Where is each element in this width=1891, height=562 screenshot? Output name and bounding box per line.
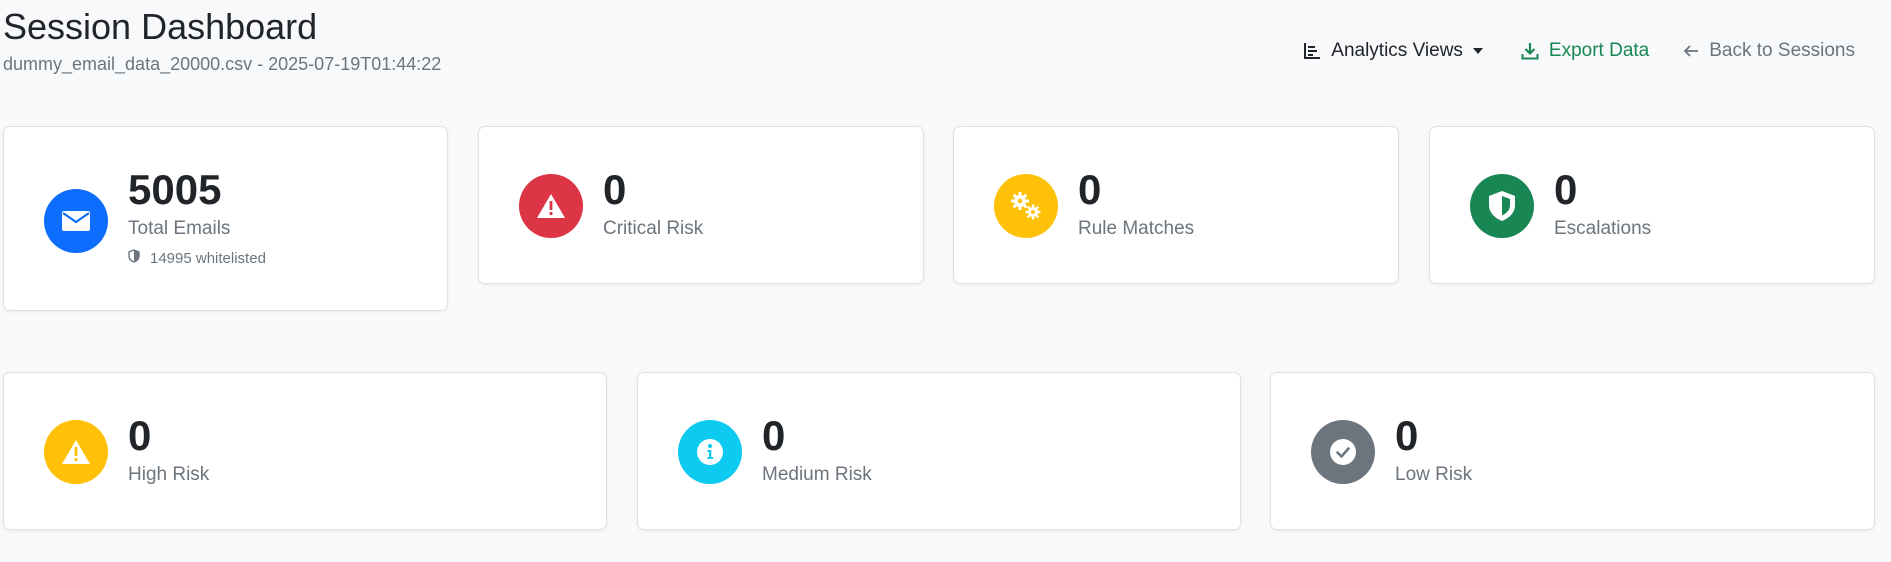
stat-card-low-risk: 0 Low Risk bbox=[1270, 372, 1875, 530]
critical-risk-label: Critical Risk bbox=[603, 218, 704, 239]
bar-chart-icon bbox=[1303, 42, 1321, 60]
stat-card-escalations: 0 Escalations bbox=[1429, 126, 1875, 284]
total-emails-label: Total Emails bbox=[128, 218, 231, 239]
stat-card-medium-risk: 0 Medium Risk bbox=[637, 372, 1241, 530]
export-data-button[interactable]: Export Data bbox=[1521, 36, 1649, 66]
shield-half-icon bbox=[128, 249, 140, 268]
low-risk-value: 0 bbox=[1395, 412, 1419, 459]
critical-risk-value: 0 bbox=[603, 166, 627, 213]
session-dashboard-page: Session Dashboard dummy_email_data_20000… bbox=[0, 0, 1891, 562]
whitelisted-text: 14995 whitelisted bbox=[150, 249, 266, 267]
stat-card-critical-risk: 0 Critical Risk bbox=[478, 126, 924, 284]
check-icon bbox=[1311, 420, 1375, 484]
info-icon bbox=[678, 420, 742, 484]
medium-risk-label: Medium Risk bbox=[762, 464, 872, 485]
envelope-icon bbox=[44, 189, 108, 253]
caret-down-icon bbox=[1472, 48, 1483, 54]
analytics-views-dropdown[interactable]: Analytics Views bbox=[1303, 36, 1483, 66]
stat-card-high-risk: 0 High Risk bbox=[3, 372, 607, 530]
whitelisted-count: 14995 whitelisted bbox=[128, 249, 266, 268]
escalations-value: 0 bbox=[1554, 166, 1578, 213]
medium-risk-value: 0 bbox=[762, 412, 786, 459]
stat-card-rule-matches: 0 Rule Matches bbox=[953, 126, 1399, 284]
header-toolbar: Analytics Views Export Data Back to Sess… bbox=[1303, 36, 1855, 66]
warning-triangle-icon bbox=[44, 420, 108, 484]
analytics-views-label: Analytics Views bbox=[1331, 40, 1463, 61]
high-risk-value: 0 bbox=[128, 412, 152, 459]
high-risk-label: High Risk bbox=[128, 464, 210, 485]
arrow-left-icon bbox=[1683, 43, 1699, 59]
stat-card-total-emails: 5005 Total Emails 14995 whitelisted bbox=[3, 126, 448, 311]
back-to-sessions-button[interactable]: Back to Sessions bbox=[1683, 36, 1855, 66]
low-risk-label: Low Risk bbox=[1395, 464, 1473, 485]
export-data-label: Export Data bbox=[1548, 40, 1650, 61]
page-header: Session Dashboard dummy_email_data_20000… bbox=[3, 6, 441, 74]
page-title: Session Dashboard bbox=[3, 6, 318, 47]
warning-triangle-icon bbox=[519, 174, 583, 238]
rule-matches-value: 0 bbox=[1078, 166, 1102, 213]
download-icon bbox=[1521, 42, 1539, 60]
escalations-label: Escalations bbox=[1554, 218, 1652, 239]
shield-icon bbox=[1470, 174, 1534, 238]
page-subtitle: dummy_email_data_20000.csv - 2025-07-19T… bbox=[3, 54, 442, 74]
back-to-sessions-label: Back to Sessions bbox=[1709, 40, 1855, 61]
gears-icon bbox=[994, 174, 1058, 238]
total-emails-value: 5005 bbox=[128, 166, 222, 213]
rule-matches-label: Rule Matches bbox=[1078, 218, 1195, 239]
